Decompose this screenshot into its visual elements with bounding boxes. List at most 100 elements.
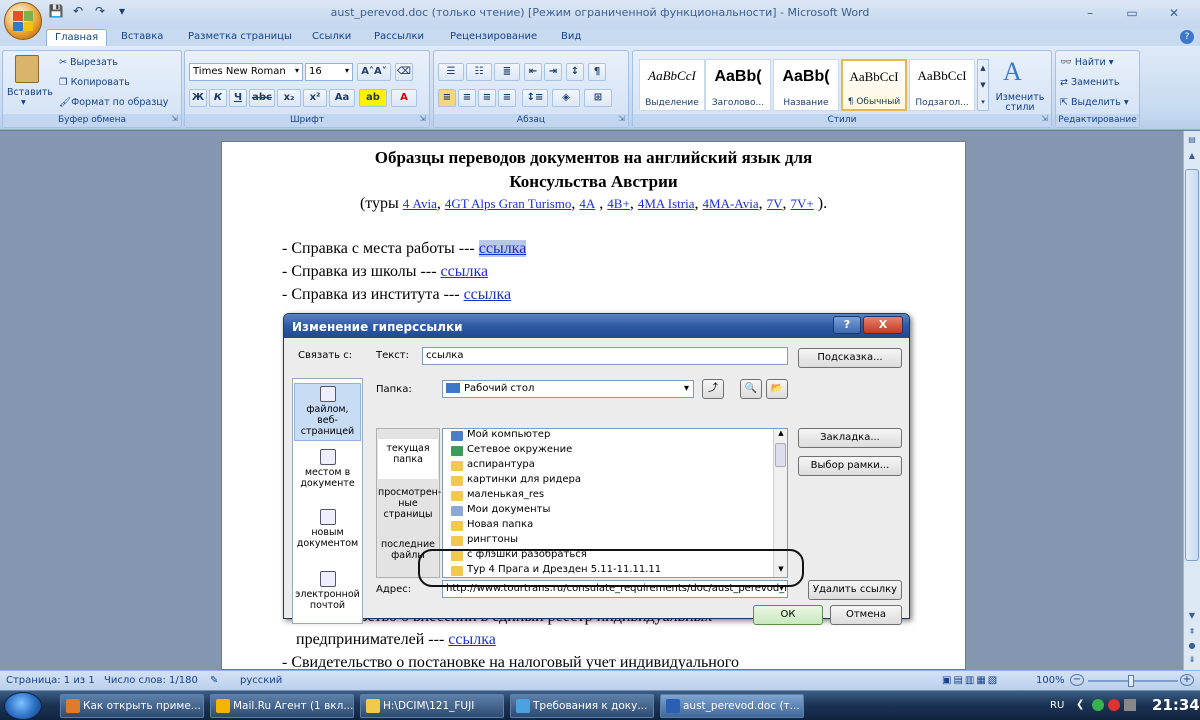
sort-icon[interactable]: ↕	[566, 63, 584, 81]
pilcrow-icon[interactable]: ¶	[588, 63, 606, 81]
browse-web-icon[interactable]: 🔍	[740, 379, 762, 399]
find-button[interactable]: 👓 Найти ▾	[1060, 57, 1114, 68]
view-browsed-pages[interactable]: просмотрен-ные страницы	[378, 485, 441, 523]
ok-button[interactable]: ОК	[753, 605, 823, 625]
view-buttons[interactable]: ▣▤▥▦▧	[942, 675, 999, 686]
zoom-level[interactable]: 100%	[1036, 675, 1065, 686]
doc-link[interactable]: ссылка	[464, 286, 512, 303]
taskbar-item[interactable]: Как открыть приме...	[60, 694, 204, 718]
subscript-button[interactable]: x₂	[277, 89, 301, 107]
tab-review[interactable]: Рецензирование	[450, 29, 537, 46]
link-type-email[interactable]: электронной почтой	[294, 571, 361, 621]
italic-button[interactable]: К	[209, 89, 227, 107]
doc-link[interactable]: ссылка	[448, 631, 496, 648]
decrease-indent-icon[interactable]: ⇤	[524, 63, 542, 81]
dialog-launcher-icon[interactable]: ⇲	[1041, 112, 1048, 125]
tour-link[interactable]: 7V+	[791, 196, 814, 211]
zoom-out-icon[interactable]: −	[1070, 674, 1084, 686]
tray-app-icon[interactable]	[1124, 699, 1136, 711]
antivirus-icon[interactable]	[1108, 699, 1120, 711]
zoom-in-icon[interactable]: +	[1180, 674, 1194, 686]
tour-link[interactable]: 4B+	[607, 196, 630, 211]
language-indicator[interactable]: RU	[1050, 700, 1064, 711]
clear-format-icon[interactable]: ⌫	[395, 63, 413, 81]
style-subtitle[interactable]: AaBbCcI Подзагол...	[909, 59, 975, 111]
start-button[interactable]	[4, 692, 42, 720]
font-size-combo[interactable]: 16 ▾	[305, 63, 353, 81]
link-type-place[interactable]: местом в документе	[294, 449, 361, 499]
list-item[interactable]: Сетевое окружение	[451, 444, 572, 459]
increase-indent-icon[interactable]: ⇥	[544, 63, 562, 81]
zoom-slider-thumb[interactable]	[1128, 675, 1134, 687]
browse-file-icon[interactable]: 📂	[766, 379, 788, 399]
next-page-icon[interactable]: ⇟	[1186, 655, 1198, 664]
style-normal[interactable]: AaBbCcI ¶ Обычный	[841, 59, 907, 111]
replace-button[interactable]: ⇄ Заменить	[1060, 77, 1119, 88]
tray-chevron-icon[interactable]: ❮	[1076, 699, 1084, 710]
taskbar-item[interactable]: Mail.Ru Агент (1 вкл...	[210, 694, 354, 718]
style-emphasis[interactable]: AaBbCcI Выделение	[639, 59, 705, 111]
tour-link[interactable]: 4GT Alps Gran Turismo	[445, 196, 572, 211]
list-item[interactable]: маленькая_res	[451, 489, 544, 504]
highlight-icon[interactable]: ab	[359, 89, 387, 107]
style-heading[interactable]: AaBb(Заголово...	[705, 59, 771, 111]
tab-page-layout[interactable]: Разметка страницы	[188, 29, 292, 46]
scroll-thumb[interactable]	[1185, 169, 1199, 561]
link-type-file-web[interactable]: файлом, веб-страницей	[294, 383, 361, 441]
paste-icon[interactable]	[15, 55, 39, 83]
clock[interactable]: 21:34	[1152, 696, 1200, 714]
scroll-up-icon[interactable]: ▲	[1186, 151, 1198, 160]
font-color-icon[interactable]: A	[391, 89, 417, 107]
tab-mailings[interactable]: Рассылки	[374, 29, 424, 46]
justify-icon[interactable]: ≡	[498, 89, 516, 107]
help-icon[interactable]: ?	[1180, 30, 1194, 44]
grow-font-button[interactable]: A˄A˅	[357, 63, 391, 81]
agent-status-icon[interactable]	[1092, 699, 1104, 711]
cancel-button[interactable]: Отмена	[830, 605, 902, 625]
shading-icon[interactable]: ◈	[552, 89, 580, 107]
tour-link[interactable]: 4MA Istria	[638, 196, 695, 211]
tour-link[interactable]: 4 Avia	[403, 196, 437, 211]
paste-button[interactable]: Вставить	[7, 87, 53, 98]
list-item[interactable]: рингтоны	[451, 534, 518, 549]
strikethrough-button[interactable]: abc	[249, 89, 275, 107]
proofing-icon[interactable]: ✎	[210, 675, 218, 686]
remove-link-button[interactable]: Удалить ссылку	[808, 580, 902, 600]
tab-references[interactable]: Ссылки	[312, 29, 351, 46]
multilevel-list-icon[interactable]: ≣	[494, 63, 520, 81]
bold-button[interactable]: Ж	[189, 89, 207, 107]
folder-combo[interactable]: Рабочий стол ▾	[442, 380, 694, 398]
font-name-combo[interactable]: Times New Roman ▾	[189, 63, 303, 81]
dialog-close-button[interactable]: X	[863, 316, 903, 334]
bullets-icon[interactable]: ☰	[438, 63, 464, 81]
prev-page-icon[interactable]: ⇞	[1186, 627, 1198, 636]
ruler-toggle-icon[interactable]: ▤	[1186, 135, 1198, 144]
minimize-button[interactable]: –	[1070, 3, 1110, 23]
align-center-icon[interactable]: ≡	[458, 89, 476, 107]
dialog-launcher-icon[interactable]: ⇲	[171, 112, 178, 125]
list-item[interactable]: картинки для ридера	[451, 474, 581, 489]
tab-home[interactable]: Главная	[46, 29, 108, 46]
tab-view[interactable]: Вид	[561, 29, 581, 46]
close-button[interactable]: ✕	[1154, 3, 1194, 23]
copy-button[interactable]: ❐ Копировать	[59, 77, 130, 88]
target-frame-button[interactable]: Выбор рамки...	[798, 456, 902, 476]
list-item[interactable]: аспирантура	[451, 459, 535, 474]
list-item[interactable]: Мой компьютер	[451, 429, 550, 444]
change-case-button[interactable]: Aa	[329, 89, 355, 107]
superscript-button[interactable]: x²	[303, 89, 327, 107]
tab-insert[interactable]: Вставка	[121, 29, 163, 46]
change-styles-button[interactable]: Изменить стили	[995, 93, 1045, 113]
numbering-icon[interactable]: ☷	[466, 63, 492, 81]
tour-link[interactable]: 4A	[579, 196, 595, 211]
dialog-launcher-icon[interactable]: ⇲	[618, 112, 625, 125]
align-right-icon[interactable]: ≡	[478, 89, 496, 107]
dialog-launcher-icon[interactable]: ⇲	[419, 112, 426, 125]
taskbar-item[interactable]: Требования к доку...	[510, 694, 654, 718]
tour-link[interactable]: 7V	[767, 196, 783, 211]
link-type-new-doc[interactable]: новым документом	[294, 509, 361, 559]
paste-chevron-icon[interactable]: ▾	[21, 97, 26, 108]
vertical-scrollbar[interactable]: ▤ ▲ ▼ ⇞ ● ⇟	[1183, 131, 1200, 670]
change-styles-icon[interactable]: A	[1003, 57, 1022, 87]
scroll-thumb[interactable]	[775, 443, 786, 467]
